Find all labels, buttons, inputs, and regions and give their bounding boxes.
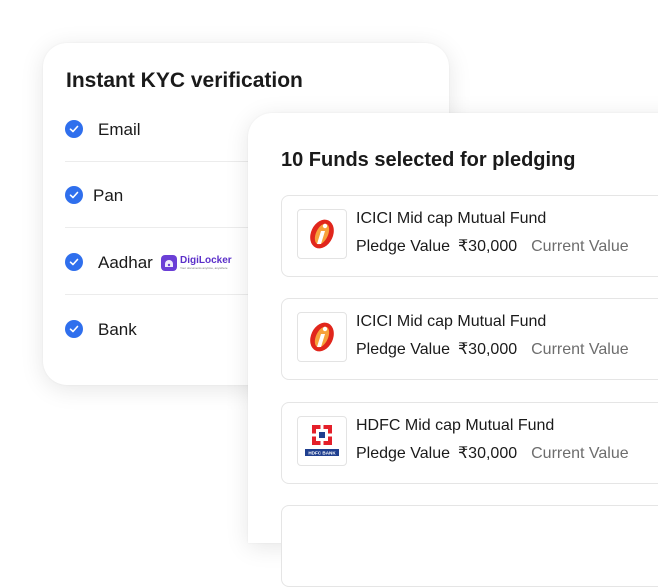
current-value-label: Current Value: [531, 238, 629, 255]
funds-card: 10 Funds selected for pledging ICICI Mid…: [248, 113, 658, 587]
current-value-label: Current Value: [531, 341, 629, 358]
digilocker-badge: DigiLocker Your documents anytime, anywh…: [161, 252, 233, 274]
fund-values: Pledge Value ₹30,000 Current Value: [356, 443, 629, 463]
fund-item[interactable]: HDFC BANK HDFC Mid cap Mutual Fund Pledg…: [281, 402, 658, 484]
icici-logo-icon: [297, 209, 347, 259]
kyc-item-label: Bank: [98, 320, 137, 339]
fund-values: Pledge Value ₹30,000 Current Value: [356, 339, 629, 359]
kyc-item-label: Email: [98, 120, 141, 139]
pledge-label: Pledge Value: [356, 341, 450, 358]
kyc-item-label: Pan: [93, 186, 124, 205]
fund-item[interactable]: ICICI Mid cap Mutual Fund Pledge Value ₹3…: [281, 298, 658, 380]
kyc-title: Instant KYC verification: [66, 69, 303, 92]
fund-values: Pledge Value ₹30,000 Current Value: [356, 236, 629, 256]
check-icon: [65, 120, 83, 138]
digilocker-tagline: Your documents anytime, anywhere: [180, 266, 228, 270]
fund-name: HDFC Mid cap Mutual Fund: [356, 417, 555, 434]
hdfc-logo-text: HDFC BANK: [308, 451, 336, 456]
pledge-value: ₹30,000: [458, 341, 518, 358]
icici-logo-icon: [297, 312, 347, 362]
check-icon: [65, 253, 83, 271]
kyc-item-label: Aadhar: [98, 253, 153, 272]
hdfc-logo-icon: HDFC BANK: [297, 416, 347, 466]
fund-item[interactable]: ICICI Mid cap Mutual Fund Pledge Value ₹3…: [281, 195, 658, 277]
digilocker-icon: [161, 255, 177, 271]
pledge-label: Pledge Value: [356, 445, 450, 462]
pledge-label: Pledge Value: [356, 238, 450, 255]
current-value-label: Current Value: [531, 445, 629, 462]
check-icon: [65, 186, 83, 204]
fund-item[interactable]: [281, 505, 658, 587]
fund-name: ICICI Mid cap Mutual Fund: [356, 313, 547, 330]
pledge-value: ₹30,000: [458, 238, 518, 255]
funds-title: 10 Funds selected for pledging: [281, 149, 576, 171]
fund-name: ICICI Mid cap Mutual Fund: [356, 210, 547, 227]
pledge-value: ₹30,000: [458, 445, 518, 462]
check-icon: [65, 320, 83, 338]
digilocker-label: DigiLocker: [180, 255, 232, 266]
